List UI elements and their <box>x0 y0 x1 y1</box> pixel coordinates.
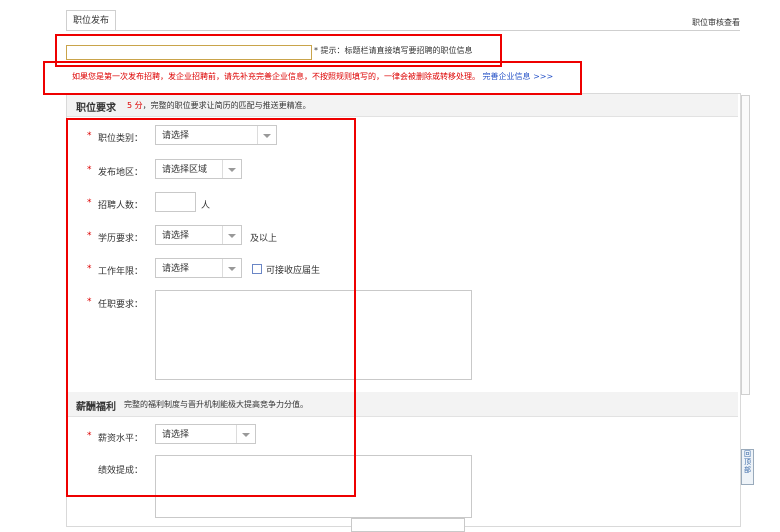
score-desc: ，完整的职位要求让简历的匹配与推送更精准。 <box>142 101 311 110</box>
annotation-frame-fields <box>66 118 356 497</box>
score-value: 5 分 <box>127 101 143 110</box>
tab-job-post[interactable]: 职位发布 <box>66 10 116 31</box>
back-to-top-button[interactable]: 回顶部 <box>741 449 754 485</box>
submit-button[interactable] <box>351 518 465 532</box>
review-link[interactable]: 职位审核查看 <box>692 17 740 28</box>
scrollbar[interactable] <box>741 95 750 395</box>
section-score: 5 分，完整的职位要求让简历的匹配与推送更精准。 <box>127 100 311 111</box>
annotation-frame-warning <box>43 61 582 95</box>
tab-divider <box>66 30 740 31</box>
section-title-job: 职位要求 <box>76 103 116 114</box>
